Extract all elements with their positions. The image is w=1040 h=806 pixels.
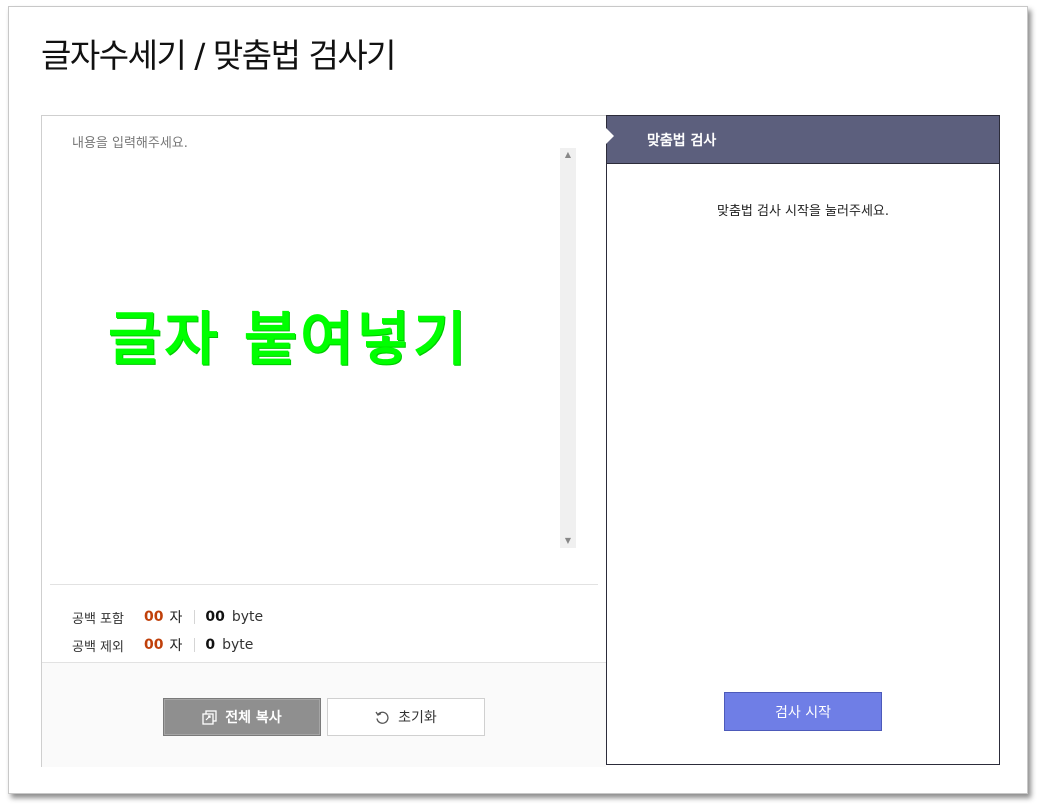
without-spaces-label: 공백 제외 [72, 639, 124, 655]
page-title: 글자수세기 / 맞춤법 검사기 [41, 36, 397, 75]
copy-icon [202, 709, 217, 725]
count-divider [194, 638, 196, 652]
copy-all-label: 전체 복사 [225, 710, 282, 726]
with-spaces-label: 공백 포함 [72, 611, 124, 627]
start-check-button[interactable]: 검사 시작 [724, 692, 882, 731]
with-spaces-byte-unit: byte [231, 609, 264, 625]
textarea-wrapper: 글자 붙여넣기 ▲ ▼ [42, 116, 606, 584]
with-spaces-char-unit: 자 [169, 610, 183, 626]
app-frame: 글자수세기 / 맞춤법 검사기 글자 붙여넣기 ▲ ▼ 공백 포함 00 자 0… [8, 6, 1028, 794]
spell-check-header-title: 맞춤법 검사 [647, 132, 717, 149]
with-spaces-char-count: 00 [144, 609, 164, 625]
spell-check-message: 맞춤법 검사 시작을 눌러주세요. [716, 204, 889, 219]
character-count-area: 공백 포함 00 자 00 byte 공백 제외 00 자 0 byte [50, 584, 598, 662]
without-spaces-char-count: 00 [144, 637, 164, 653]
without-spaces-char-unit: 자 [169, 638, 183, 654]
count-without-spaces-row: 공백 제외 00 자 0 byte [72, 636, 254, 655]
header-notch [606, 128, 614, 144]
refresh-icon [375, 710, 390, 725]
textarea-scrollbar[interactable]: ▲ ▼ [560, 148, 576, 548]
reset-label: 초기화 [398, 710, 437, 726]
count-divider [194, 610, 196, 624]
copy-all-button[interactable]: 전체 복사 [163, 698, 321, 736]
paste-overlay-text: 글자 붙여넣기 [108, 305, 470, 373]
without-spaces-byte-count: 0 [205, 637, 216, 653]
spell-check-panel: 맞춤법 검사 맞춤법 검사 시작을 눌러주세요. 검사 시작 [606, 115, 1000, 765]
scroll-up-arrow-icon[interactable]: ▲ [560, 148, 576, 162]
text-editor-panel: 글자 붙여넣기 ▲ ▼ 공백 포함 00 자 00 byte 공백 제외 00 … [41, 115, 606, 767]
editor-button-bar: 전체 복사 초기화 [42, 662, 606, 767]
without-spaces-byte-unit: byte [222, 637, 254, 653]
with-spaces-byte-count: 00 [205, 609, 225, 625]
spell-check-header: 맞춤법 검사 [606, 116, 999, 164]
reset-button[interactable]: 초기화 [327, 698, 485, 736]
scroll-down-arrow-icon[interactable]: ▼ [560, 534, 576, 548]
count-with-spaces-row: 공백 포함 00 자 00 byte [72, 608, 264, 627]
